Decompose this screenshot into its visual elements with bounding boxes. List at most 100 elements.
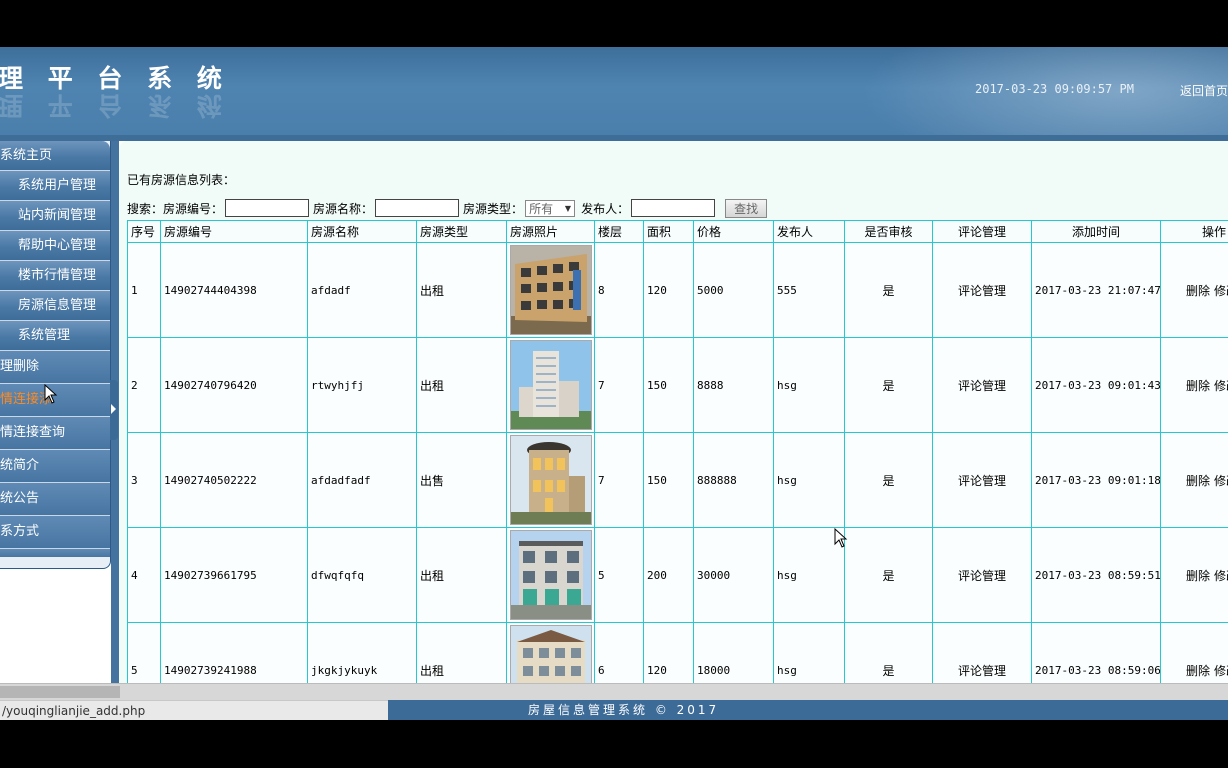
cell-photo — [506, 622, 595, 683]
cell-floor: 5 — [594, 527, 644, 623]
edit-link[interactable]: 修改 — [1214, 569, 1228, 583]
comment-manage-link[interactable]: 评论管理 — [932, 527, 1032, 623]
house-photo-image[interactable] — [510, 435, 592, 525]
edit-link[interactable]: 修改 — [1214, 284, 1228, 298]
house-type-selected: 所有 — [529, 201, 554, 216]
cell-type: 出租 — [416, 242, 507, 338]
cell-no: 5 — [127, 622, 161, 683]
comment-manage-link[interactable]: 评论管理 — [932, 432, 1032, 528]
main-panel: 已有房源信息列表： 搜索： 房源编号： 房源名称： 房源类型： 所有 ▼ 发布人… — [119, 141, 1228, 683]
cell-approved: 是 — [844, 242, 933, 338]
house-type-select[interactable]: 所有 ▼ — [525, 199, 576, 217]
mouse-pointer-icon — [44, 384, 58, 404]
cell-area: 150 — [643, 432, 694, 528]
delete-link[interactable]: 删除 — [1186, 664, 1210, 678]
cell-name: rtwyhjfj — [307, 337, 417, 433]
cell-code: 14902740502222 — [160, 432, 308, 528]
cell-area: 120 — [643, 622, 694, 683]
cell-publisher: hsg — [773, 622, 845, 683]
cell-time: 2017-03-23 09:01:43 — [1031, 337, 1161, 433]
cell-ops: 删除修改 — [1160, 337, 1228, 433]
sidebar-item-system-mgmt[interactable]: 系统管理 — [0, 321, 110, 351]
publisher-input[interactable] — [631, 199, 716, 217]
comment-manage-link[interactable]: 评论管理 — [932, 622, 1032, 683]
table-header-row: 序号 房源编号 房源名称 房源类型 房源照片 楼层 面积 价格 发布人 是否审核… — [127, 220, 1228, 243]
table-row: 3 14902740502222 afdadfadf 出售 7 150 8888… — [127, 432, 1228, 528]
house-id-input[interactable] — [225, 199, 310, 217]
sidebar-item-contact[interactable]: 系方式 — [0, 516, 110, 549]
scrollbar-thumb[interactable] — [0, 686, 120, 698]
cell-no: 1 — [127, 242, 161, 338]
delete-link[interactable]: 删除 — [1186, 284, 1210, 298]
mouse-pointer-icon — [834, 528, 848, 548]
house-photo-image[interactable] — [510, 625, 592, 683]
cell-ops: 删除修改 — [1160, 242, 1228, 338]
cell-floor: 7 — [594, 432, 644, 528]
cell-code: 14902744404398 — [160, 242, 308, 338]
house-name-label: 房源名称： — [313, 201, 374, 216]
horizontal-scrollbar[interactable] — [0, 683, 1228, 701]
cell-no: 4 — [127, 527, 161, 623]
edit-link[interactable]: 修改 — [1214, 474, 1228, 488]
delete-link[interactable]: 删除 — [1186, 474, 1210, 488]
col-header-comment: 评论管理 — [932, 220, 1032, 243]
cell-code: 14902740796420 — [160, 337, 308, 433]
delete-link[interactable]: 删除 — [1186, 569, 1210, 583]
cell-name: jkgkjykuyk — [307, 622, 417, 683]
col-header-code: 房源编号 — [160, 220, 308, 243]
house-photo-image[interactable] — [510, 245, 592, 335]
sidebar-item-notice[interactable]: 统公告 — [0, 483, 110, 516]
cell-photo — [506, 242, 595, 338]
cell-name: dfwqfqfq — [307, 527, 417, 623]
cell-no: 2 — [127, 337, 161, 433]
sidebar-item-home[interactable]: 系统主页 — [0, 141, 110, 171]
cell-name: afdadfadf — [307, 432, 417, 528]
cell-area: 120 — [643, 242, 694, 338]
sidebar: 系统主页 系统用户管理 站内新闻管理 帮助中心管理 楼市行情管理 房源信息管理 … — [0, 141, 111, 569]
cell-price: 18000 — [693, 622, 774, 683]
house-type-label: 房源类型： — [463, 201, 524, 216]
comment-manage-link[interactable]: 评论管理 — [932, 337, 1032, 433]
cell-price: 8888 — [693, 337, 774, 433]
sidebar-item-label: 统公告 — [0, 491, 40, 506]
sidebar-collapse-toggle[interactable] — [110, 380, 118, 440]
sidebar-item-market-mgmt[interactable]: 楼市行情管理 — [0, 261, 110, 291]
footer-copyright: 房屋信息管理系统 © 2017 — [528, 703, 720, 717]
sidebar-item-user-mgmt[interactable]: 系统用户管理 — [0, 171, 110, 201]
sidebar-item-help-mgmt[interactable]: 帮助中心管理 — [0, 231, 110, 261]
cell-approved: 是 — [844, 432, 933, 528]
house-photo-image[interactable] — [510, 340, 592, 430]
page-header: 理 平 台 系 统 理 平 台 系 统 2017-03-23 09:09:57 … — [0, 47, 1228, 137]
sidebar-item-link-query[interactable]: 情连接查询 — [0, 417, 110, 450]
comment-manage-link[interactable]: 评论管理 — [932, 242, 1032, 338]
cell-photo — [506, 337, 595, 433]
edit-link[interactable]: 修改 — [1214, 664, 1228, 678]
house-id-label: 房源编号： — [163, 201, 224, 216]
col-header-photo: 房源照片 — [506, 220, 595, 243]
search-button[interactable]: 查找 — [725, 198, 768, 218]
cell-publisher: hsg — [773, 432, 845, 528]
delete-link[interactable]: 删除 — [1186, 379, 1210, 393]
cell-type: 出租 — [416, 622, 507, 683]
cell-time: 2017-03-23 21:07:47 — [1031, 242, 1161, 338]
cell-time: 2017-03-23 08:59:06 — [1031, 622, 1161, 683]
cell-type: 出租 — [416, 337, 507, 433]
cell-floor: 8 — [594, 242, 644, 338]
house-photo-image[interactable] — [510, 530, 592, 620]
sidebar-item-delete[interactable]: 理删除 — [0, 351, 110, 384]
edit-link[interactable]: 修改 — [1214, 379, 1228, 393]
cell-code: 14902739661795 — [160, 527, 308, 623]
sidebar-item-house-mgmt[interactable]: 房源信息管理 — [0, 291, 110, 321]
col-header-name: 房源名称 — [307, 220, 417, 243]
col-header-type: 房源类型 — [416, 220, 507, 243]
cell-no: 3 — [127, 432, 161, 528]
sidebar-item-intro[interactable]: 统简介 — [0, 450, 110, 483]
cell-price: 5000 — [693, 242, 774, 338]
cell-photo — [506, 527, 595, 623]
home-link[interactable]: 返回首页 — [1180, 82, 1228, 99]
sidebar-item-news-mgmt[interactable]: 站内新闻管理 — [0, 201, 110, 231]
col-header-approved: 是否审核 — [844, 220, 933, 243]
house-name-input[interactable] — [375, 199, 460, 217]
sidebar-item-label: 系统管理 — [18, 328, 71, 343]
cell-type: 出租 — [416, 527, 507, 623]
